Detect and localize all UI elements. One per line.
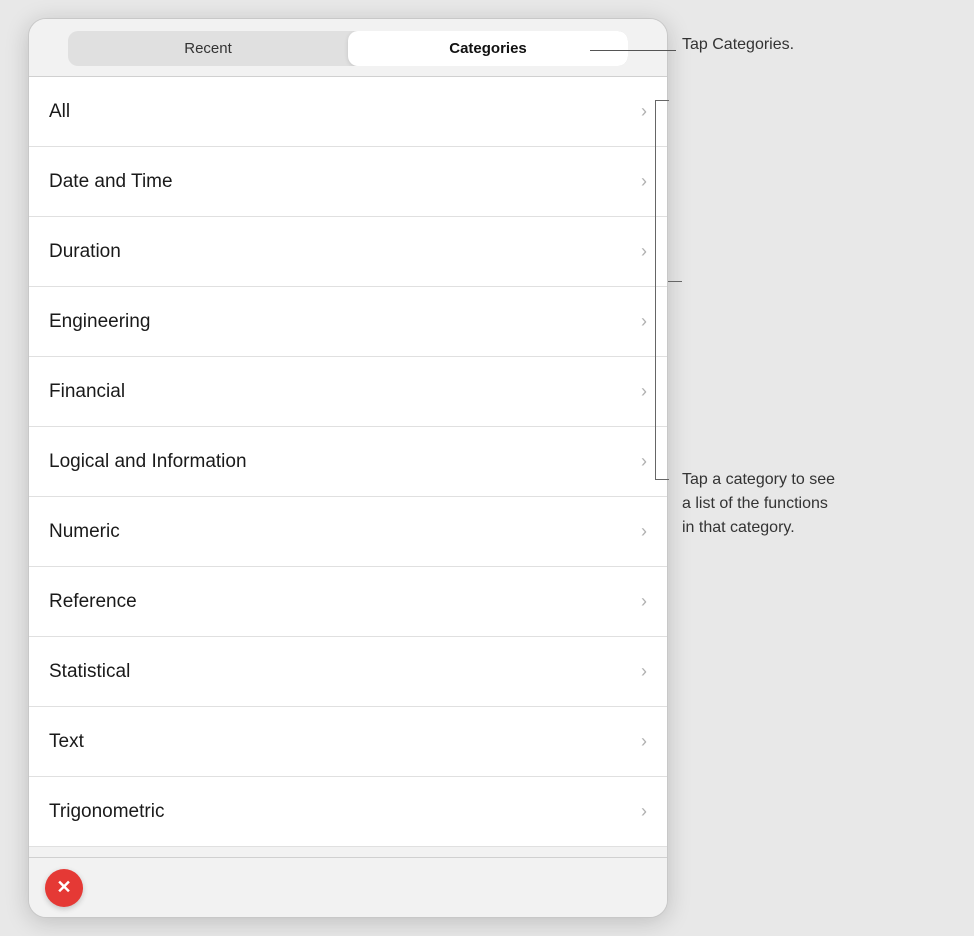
list-item-reference[interactable]: Reference › xyxy=(29,567,667,637)
list-item-engineering[interactable]: Engineering › xyxy=(29,287,667,357)
bracket-bottom-line xyxy=(655,479,669,480)
callout-line-categories xyxy=(590,50,676,51)
main-panel: Recent Categories All›Date and Time›Dura… xyxy=(28,18,668,918)
list-item-duration[interactable]: Duration › xyxy=(29,217,667,287)
list-item-label-numeric: Numeric xyxy=(49,521,120,543)
tab-categories[interactable]: Categories xyxy=(348,31,628,66)
bracket-arrow-line xyxy=(668,281,682,282)
list-item-label-all: All xyxy=(49,101,70,123)
list-item-date-and-time[interactable]: Date and Time › xyxy=(29,147,667,217)
chevron-icon-duration: › xyxy=(641,241,647,262)
list-item-label-statistical: Statistical xyxy=(49,661,130,683)
bottom-bar: ✕ xyxy=(29,857,667,917)
chevron-icon-reference: › xyxy=(641,591,647,612)
list-item-numeric[interactable]: Numeric › xyxy=(29,497,667,567)
chevron-icon-engineering: › xyxy=(641,311,647,332)
list-item-text[interactable]: Text › xyxy=(29,707,667,777)
callout-categories-text: Tap Categories. xyxy=(682,36,794,54)
list-item-label-engineering: Engineering xyxy=(49,311,150,333)
chevron-icon-statistical: › xyxy=(641,661,647,682)
chevron-icon-numeric: › xyxy=(641,521,647,542)
list-item-logical-and-information[interactable]: Logical and Information › xyxy=(29,427,667,497)
tab-recent[interactable]: Recent xyxy=(68,31,348,66)
chevron-icon-all: › xyxy=(641,101,647,122)
chevron-icon-financial: › xyxy=(641,381,647,402)
tab-segment: Recent Categories xyxy=(68,31,628,66)
chevron-icon-text: › xyxy=(641,731,647,752)
list-item-all[interactable]: All › xyxy=(29,77,667,147)
list-item-label-date-and-time: Date and Time xyxy=(49,171,173,193)
close-button[interactable]: ✕ xyxy=(45,869,83,907)
chevron-icon-date-and-time: › xyxy=(641,171,647,192)
bracket-vertical-line xyxy=(655,100,656,480)
categories-list[interactable]: All›Date and Time›Duration›Engineering›F… xyxy=(29,77,667,857)
list-item-statistical[interactable]: Statistical › xyxy=(29,637,667,707)
list-item-label-duration: Duration xyxy=(49,241,121,263)
list-item-label-financial: Financial xyxy=(49,381,125,403)
bracket-top-line xyxy=(655,100,669,101)
callout-list-text: Tap a category to see a list of the func… xyxy=(682,468,835,540)
list-item-label-text: Text xyxy=(49,731,84,753)
list-item-label-trigonometric: Trigonometric xyxy=(49,801,164,823)
list-item-label-logical-and-information: Logical and Information xyxy=(49,451,247,473)
chevron-icon-logical-and-information: › xyxy=(641,451,647,472)
chevron-icon-trigonometric: › xyxy=(641,801,647,822)
list-item-financial[interactable]: Financial › xyxy=(29,357,667,427)
tab-bar: Recent Categories xyxy=(29,19,667,76)
close-icon: ✕ xyxy=(56,877,71,898)
list-item-trigonometric[interactable]: Trigonometric › xyxy=(29,777,667,847)
list-item-label-reference: Reference xyxy=(49,591,137,613)
